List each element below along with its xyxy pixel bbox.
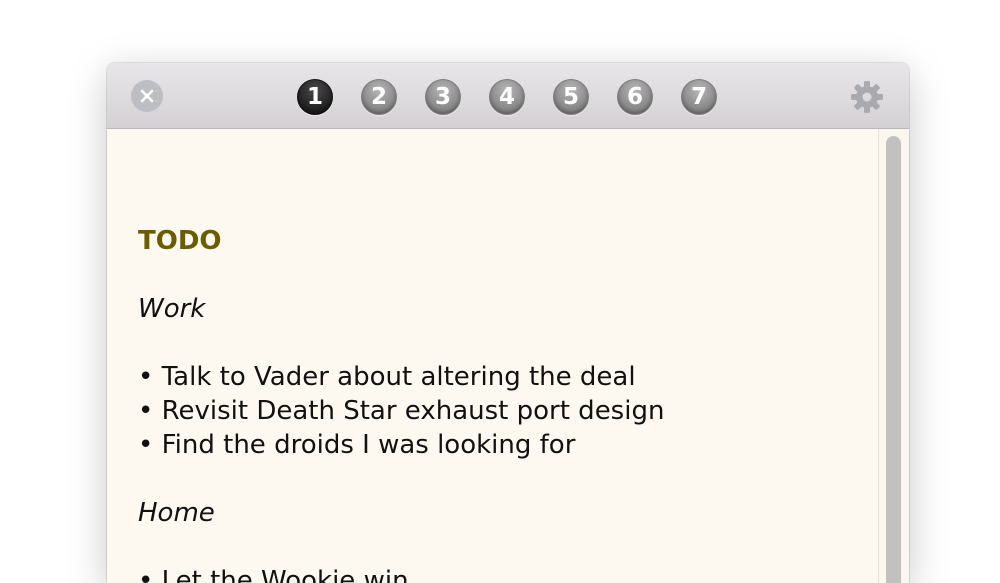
- tab-3[interactable]: 3: [425, 79, 461, 115]
- tab-2[interactable]: 2: [361, 79, 397, 115]
- misspelled-word: Wookie: [261, 566, 356, 583]
- tab-1[interactable]: 1: [297, 79, 333, 115]
- vertical-scrollbar[interactable]: [878, 129, 909, 583]
- section-heading-work: Work: [138, 294, 206, 324]
- tab-5[interactable]: 5: [553, 79, 589, 115]
- list-item: • Find the droids I was looking for: [138, 430, 576, 460]
- note-tabs: 1 2 3 4 5 6 7: [297, 79, 717, 115]
- gear-icon[interactable]: [850, 80, 884, 114]
- tab-4[interactable]: 4: [489, 79, 525, 115]
- list-item-text: win: [355, 566, 409, 583]
- title-bar: 1 2 3 4 5 6 7: [107, 63, 909, 129]
- tab-6[interactable]: 6: [617, 79, 653, 115]
- list-item: • Let the Wookie win: [138, 564, 409, 583]
- section-heading-home: Home: [138, 498, 215, 528]
- close-button[interactable]: [131, 80, 163, 112]
- list-item-text: • Let the: [138, 566, 262, 583]
- tab-7[interactable]: 7: [681, 79, 717, 115]
- close-x-icon: [140, 89, 154, 103]
- note-title: TODO: [138, 226, 222, 256]
- notes-window: 1 2 3 4 5 6 7 TODO Work • Talk to Vader …: [107, 63, 909, 583]
- list-item: • Revisit Death Star exhaust port design: [138, 396, 665, 426]
- note-editor[interactable]: TODO Work • Talk to Vader about altering…: [107, 129, 877, 583]
- scrollbar-thumb[interactable]: [886, 136, 901, 583]
- list-item: • Talk to Vader about altering the deal: [138, 362, 636, 392]
